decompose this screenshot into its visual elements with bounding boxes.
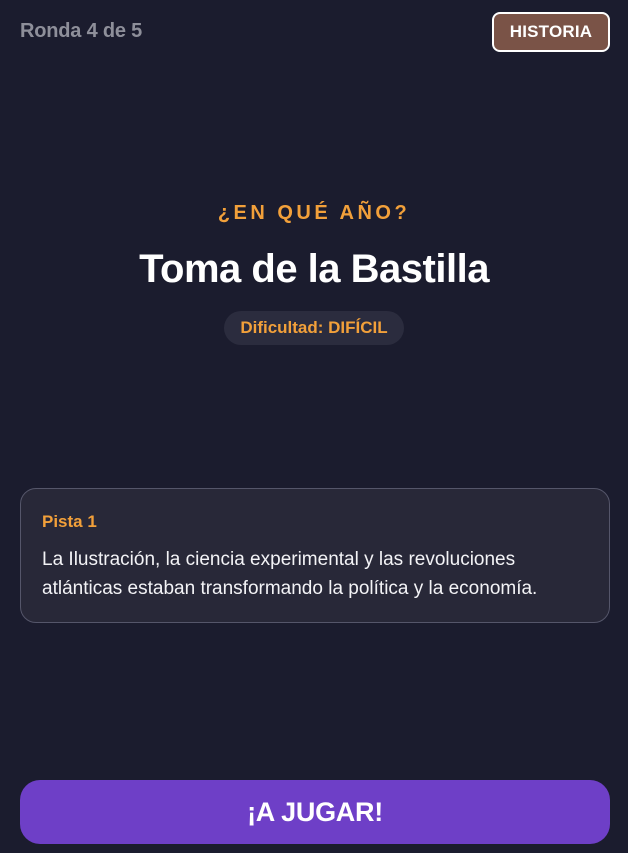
question-block: ¿EN QUÉ AÑO? Toma de la Bastilla Dificul… [0, 196, 628, 345]
top-bar: Ronda 4 de 5 HISTORIA [0, 0, 628, 66]
hint-title: Pista 1 [42, 512, 97, 531]
event-title: Toma de la Bastilla [139, 247, 489, 291]
category-badge: HISTORIA [492, 12, 610, 52]
difficulty-badge: Dificultad: DIFÍCIL [224, 311, 404, 345]
question-prompt: ¿EN QUÉ AÑO? [217, 202, 411, 224]
difficulty-row: Dificultad: DIFÍCIL [0, 311, 628, 345]
hint-text: La Ilustración, la ciencia experimental … [42, 549, 538, 599]
hint-card: Pista 1 La Ilustración, la ciencia exper… [20, 488, 610, 623]
play-button[interactable]: ¡A JUGAR! [20, 780, 610, 844]
round-counter: Ronda 4 de 5 [20, 20, 143, 42]
